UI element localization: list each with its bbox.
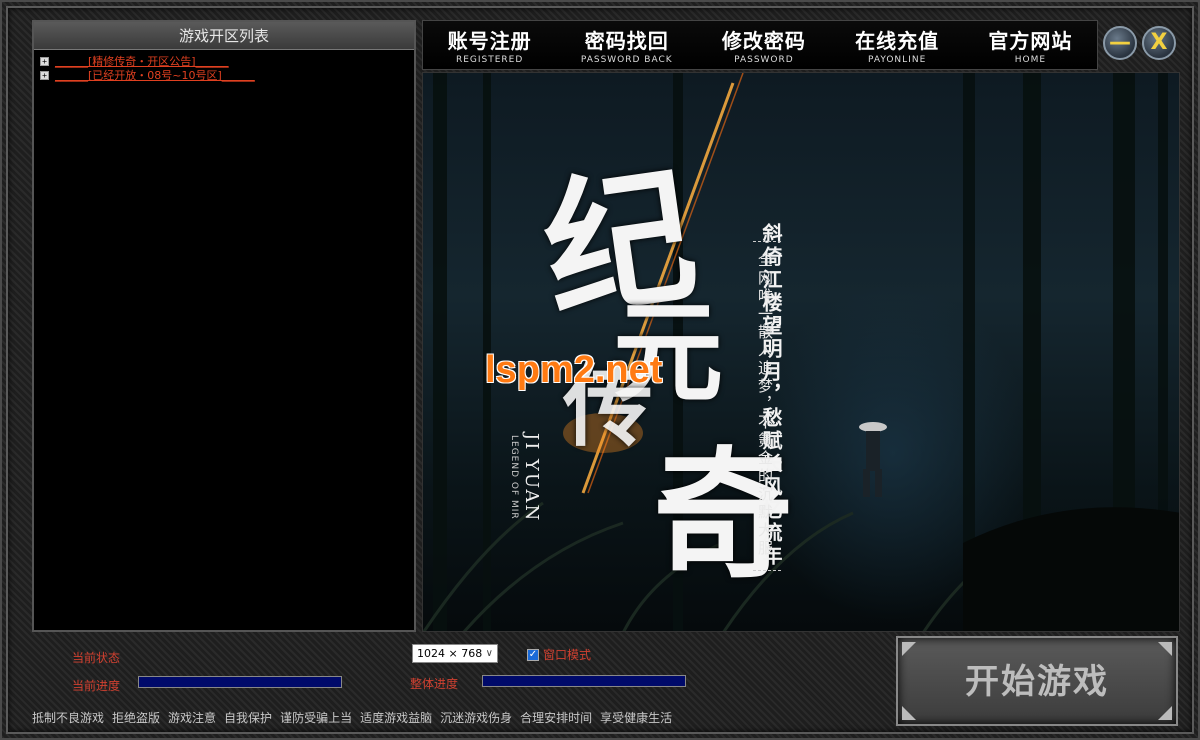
corner-ornament xyxy=(902,706,916,720)
warning-text: 抵制不良游戏 xyxy=(32,711,105,725)
promo-banner: 纪 元 传 奇 JI YUAN LEGEND OF MIR lspm2.net … xyxy=(422,72,1180,632)
corner-ornament xyxy=(1158,706,1172,720)
nav-label: 官方网站 xyxy=(988,29,1073,53)
nav-label: 密码找回 xyxy=(584,29,669,53)
server-list-title: 游戏开区列表 xyxy=(34,22,414,50)
warning-text: 谨防受骗上当 xyxy=(280,711,353,725)
warning-text: 合理安排时间 xyxy=(520,711,593,725)
slogan-sub-frame: 全网唯一散人追梦，不氪金的沉默大服 xyxy=(753,241,781,571)
nav-sublabel: HOME xyxy=(1014,55,1047,65)
nav-sublabel: PAYONLINE xyxy=(868,55,927,65)
expand-icon[interactable]: + xyxy=(40,56,49,66)
expand-icon[interactable]: + xyxy=(40,70,49,80)
status-label: 当前状态 xyxy=(72,651,121,665)
nav-register-button[interactable]: 账号注册 REGISTERED xyxy=(448,25,532,65)
health-warning-bar: 抵制不良游戏 拒绝盗版 游戏注意 自我保护 谨防受骗上当 适度游戏益脑 沉迷游戏… xyxy=(32,709,672,727)
nav-label: 账号注册 xyxy=(447,29,532,53)
server-list: + ______[精修传奇・开区公告]______ + ______[已经开放・… xyxy=(34,50,414,86)
checkbox-checked-icon[interactable]: ✓ xyxy=(527,648,539,661)
start-game-button[interactable]: 开始游戏 xyxy=(896,636,1178,726)
nav-label: 在线充值 xyxy=(855,29,940,53)
close-button[interactable]: X xyxy=(1142,26,1176,60)
launcher-frame: 游戏开区列表 + ______[精修传奇・开区公告]______ + _____… xyxy=(0,0,1200,740)
window-mode-toggle[interactable]: ✓ 窗口模式 xyxy=(527,646,591,663)
warning-text: 享受健康生活 xyxy=(600,711,673,725)
nav-recharge-button[interactable]: 在线充值 PAYONLINE xyxy=(855,25,939,65)
minimize-button[interactable]: — xyxy=(1103,26,1137,60)
current-progress-bar xyxy=(138,676,342,688)
nav-sublabel: PASSWORD xyxy=(734,55,794,65)
nav-label: 修改密码 xyxy=(721,29,806,53)
server-list-panel: 游戏开区列表 + ______[精修传奇・开区公告]______ + _____… xyxy=(32,20,416,632)
warning-text: 游戏注意 xyxy=(168,711,217,725)
swordsman-figure xyxy=(859,422,887,497)
server-list-item[interactable]: + ______[已经开放・08号~10号区]______ xyxy=(40,68,408,82)
corner-ornament xyxy=(1158,642,1172,656)
top-navigation: 账号注册 REGISTERED 密码找回 PASSWORD BACK 修改密码 … xyxy=(422,20,1098,70)
slogan-sub: 全网唯一散人追梦，不氪金的沉默大服 xyxy=(756,252,774,558)
nav-change-password-button[interactable]: 修改密码 PASSWORD xyxy=(722,25,806,65)
warning-text: 自我保护 xyxy=(224,711,273,725)
resolution-value: 1024 × 768 xyxy=(417,647,483,660)
server-item-label: ______[已经开放・08号~10号区]______ xyxy=(55,69,255,82)
nav-sublabel: REGISTERED xyxy=(455,55,524,65)
corner-ornament xyxy=(902,642,916,656)
server-list-item[interactable]: + ______[精修传奇・开区公告]______ xyxy=(40,54,408,68)
overall-progress-bar xyxy=(482,675,686,687)
english-title: JI YUAN xyxy=(521,433,542,523)
current-progress-label: 当前进度 xyxy=(72,679,121,693)
nav-sublabel: PASSWORD BACK xyxy=(580,55,673,65)
warning-text: 拒绝盗版 xyxy=(112,711,161,725)
start-game-label: 开始游戏 xyxy=(965,662,1109,702)
nav-home-button[interactable]: 官方网站 HOME xyxy=(988,25,1072,65)
window-mode-label: 窗口模式 xyxy=(543,648,592,662)
overall-progress-label: 整体进度 xyxy=(410,677,459,691)
nav-password-recovery-button[interactable]: 密码找回 PASSWORD BACK xyxy=(581,25,673,65)
site-watermark: lspm2.net xyxy=(485,349,663,391)
english-subtitle: LEGEND OF MIR xyxy=(509,435,519,520)
warning-text: 沉迷游戏伤身 xyxy=(440,711,513,725)
warning-text: 适度游戏益脑 xyxy=(360,711,433,725)
resolution-select[interactable]: 1024 × 768 ∨ xyxy=(412,644,498,663)
chevron-down-icon: ∨ xyxy=(485,648,493,659)
